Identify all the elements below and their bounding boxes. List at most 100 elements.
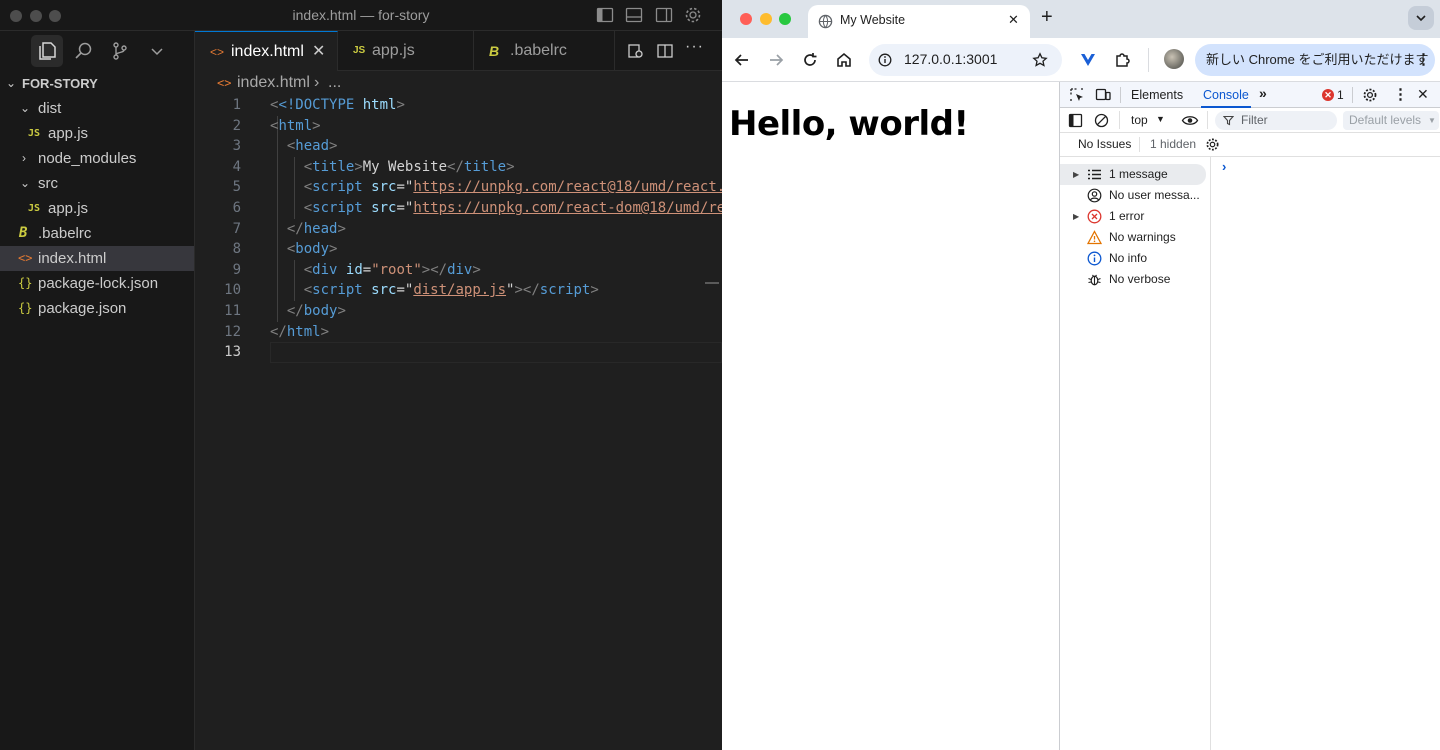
more-actions-icon[interactable]: ··· xyxy=(685,38,704,56)
code-token: head xyxy=(303,220,338,237)
close-window-button[interactable] xyxy=(740,13,752,25)
error-count[interactable]: 1 xyxy=(1337,88,1344,102)
chevron-down-icon[interactable] xyxy=(146,40,168,62)
new-tab-icon[interactable]: + xyxy=(1041,6,1053,29)
tab-console[interactable]: Console xyxy=(1201,82,1251,108)
console-output[interactable]: › xyxy=(1211,157,1440,750)
code-editor[interactable]: 1 2 3 4 5 6 7 8 9 10 11 12 13 <<!DOCTYPE… xyxy=(195,95,722,750)
tab-app-js[interactable]: JS app.js xyxy=(338,31,474,71)
issues-link[interactable]: No Issues xyxy=(1078,137,1131,151)
avatar[interactable] xyxy=(1164,49,1184,69)
tree-item-label: index.html xyxy=(38,250,107,267)
toolbar-divider xyxy=(1139,137,1140,152)
tab-index-html[interactable]: <> index.html ✕ xyxy=(195,31,338,71)
more-tabs-icon[interactable]: » xyxy=(1259,85,1267,101)
gear-icon[interactable] xyxy=(1362,87,1378,103)
html-file-icon: <> xyxy=(210,45,225,59)
filter-input[interactable]: Filter xyxy=(1215,111,1337,130)
log-levels-dropdown[interactable]: Default levels ▼ xyxy=(1343,111,1439,130)
sidebar-item-messages[interactable]: ▶ 1 message xyxy=(1060,164,1206,185)
sidebar-item-label: No verbose xyxy=(1109,272,1171,286)
clear-console-icon[interactable] xyxy=(1094,113,1109,128)
tab-label: .babelrc xyxy=(510,42,567,59)
gear-icon[interactable] xyxy=(684,6,702,24)
close-tab-icon[interactable]: ✕ xyxy=(1008,12,1019,28)
search-icon[interactable] xyxy=(73,40,95,62)
site-info-icon[interactable] xyxy=(878,53,892,67)
tree-item-index-html[interactable]: <> index.html xyxy=(0,246,194,271)
minimize-window-button[interactable] xyxy=(760,13,772,25)
url-text[interactable]: 127.0.0.1:3001 xyxy=(904,51,997,67)
code-token: title xyxy=(312,158,355,175)
files-icon[interactable] xyxy=(36,40,58,62)
tree-item-package-json[interactable]: {} package.json xyxy=(0,296,194,321)
breadcrumb-file[interactable]: index.html xyxy=(237,71,310,95)
tree-item-label: app.js xyxy=(48,200,89,217)
home-icon[interactable] xyxy=(834,50,854,70)
close-devtools-icon[interactable]: ✕ xyxy=(1417,86,1429,103)
sidebar-item-verbose[interactable]: No verbose xyxy=(1060,269,1206,290)
kebab-menu-icon[interactable]: ⋮ xyxy=(1393,85,1408,103)
sidebar-item-errors[interactable]: ▶ 1 error xyxy=(1060,206,1206,227)
code-line: <title>My Website</title> xyxy=(303,158,515,175)
extensions-puzzle-icon[interactable] xyxy=(1113,50,1133,70)
tree-item-src-app-js[interactable]: JS app.js xyxy=(0,196,194,221)
tree-item-dist-app-js[interactable]: JS app.js xyxy=(0,121,194,146)
code-link[interactable]: https://unpkg.com/react@18/umd/react.p xyxy=(413,179,722,195)
bug-icon xyxy=(1088,274,1101,286)
console-prompt-icon[interactable]: › xyxy=(1222,159,1226,174)
tree-item-dist[interactable]: ⌄ dist xyxy=(0,96,194,121)
close-icon[interactable]: ✕ xyxy=(312,32,325,72)
inspect-element-icon[interactable] xyxy=(1069,87,1085,103)
sidebar-item-warnings[interactable]: No warnings xyxy=(1060,227,1206,248)
browser-tab[interactable]: My Website ✕ xyxy=(808,5,1030,38)
tab-elements[interactable]: Elements xyxy=(1131,82,1183,108)
kebab-menu-icon[interactable]: ⋮ xyxy=(1416,44,1431,76)
extension-logo-icon[interactable] xyxy=(1078,50,1098,70)
code-link[interactable]: dist/app.js xyxy=(413,282,506,298)
context-selector[interactable]: top xyxy=(1131,113,1148,127)
toggle-primary-sidebar-icon[interactable] xyxy=(596,6,614,24)
globe-icon xyxy=(818,14,833,29)
hidden-count: 1 hidden xyxy=(1150,137,1197,151)
back-arrow-icon[interactable] xyxy=(732,50,752,70)
explorer-root-header[interactable]: ⌄ FOR-STORY xyxy=(0,71,194,96)
split-editor-icon[interactable] xyxy=(656,42,674,60)
sidebar-item-label: No user messa... xyxy=(1109,188,1200,202)
eye-icon[interactable] xyxy=(1181,113,1199,128)
line-number: 12 xyxy=(224,323,241,340)
device-toolbar-icon[interactable] xyxy=(1095,87,1111,103)
error-icon xyxy=(1087,209,1102,224)
tree-item-src[interactable]: ⌄ src xyxy=(0,171,194,196)
devtools-panel: Elements Console » ✕ 1 ⋮ ✕ top ▼ Filter … xyxy=(1059,82,1440,750)
dropdown-arrow-icon: ▼ xyxy=(1156,114,1165,124)
expand-arrow-icon[interactable]: ▶ xyxy=(1073,164,1079,185)
bookmark-star-icon[interactable] xyxy=(1032,52,1048,68)
toggle-secondary-sidebar-icon[interactable] xyxy=(655,6,673,24)
code-link[interactable]: https://unpkg.com/react-dom@18/umd/rea xyxy=(413,200,722,216)
expand-arrow-icon[interactable]: ▶ xyxy=(1073,206,1079,227)
code-token: script xyxy=(312,282,363,299)
chevron-down-icon: ⌄ xyxy=(20,101,31,115)
tree-item-node-modules[interactable]: › node_modules xyxy=(0,146,194,171)
tab-search-button[interactable] xyxy=(1408,6,1434,30)
reload-icon[interactable] xyxy=(800,50,820,70)
chrome-update-button[interactable]: 新しい Chrome をご利用いただけます ⋮ xyxy=(1195,44,1435,76)
forward-arrow-icon[interactable] xyxy=(766,50,786,70)
address-bar[interactable]: 127.0.0.1:3001 xyxy=(869,44,1062,76)
sidebar-item-user-messages[interactable]: No user messa... xyxy=(1060,185,1206,206)
tree-item-package-lock-json[interactable]: {} package-lock.json xyxy=(0,271,194,296)
console-toolbar: top ▼ Filter Default levels ▼ xyxy=(1060,108,1440,133)
source-control-icon[interactable] xyxy=(109,40,131,62)
toggle-panel-icon[interactable] xyxy=(625,6,643,24)
gear-icon[interactable] xyxy=(1205,137,1220,152)
tree-item-babelrc[interactable]: B .babelrc xyxy=(0,221,194,246)
open-preview-icon[interactable] xyxy=(627,42,645,60)
tab-babelrc[interactable]: B .babelrc xyxy=(474,31,615,71)
page-heading: Hello, world! xyxy=(729,104,969,144)
sidebar-item-info[interactable]: No info xyxy=(1060,248,1206,269)
error-icon[interactable]: ✕ xyxy=(1322,89,1334,101)
sidebar-toggle-icon[interactable] xyxy=(1068,113,1083,128)
breadcrumb-more[interactable]: ... xyxy=(328,71,341,95)
zoom-window-button[interactable] xyxy=(779,13,791,25)
